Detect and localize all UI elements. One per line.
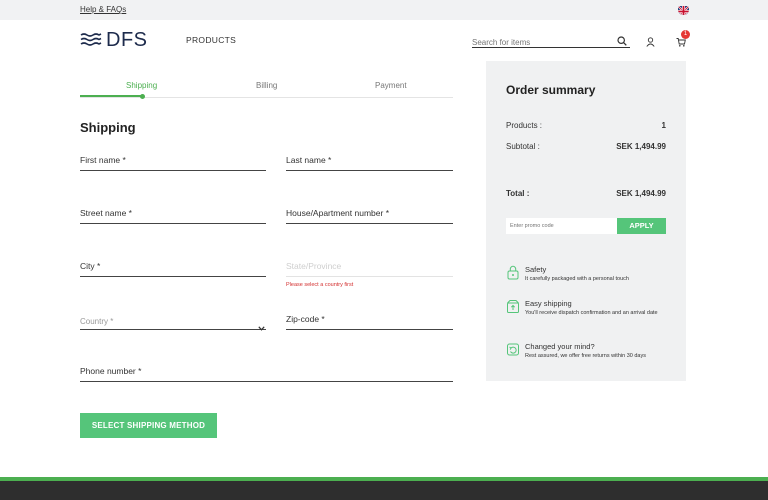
house-number-field[interactable]: House/Apartment number * (286, 206, 453, 224)
top-bar: Help & FAQs (0, 0, 768, 20)
country-select[interactable]: Country * (80, 312, 266, 331)
products-row: Products : 1 (506, 121, 666, 130)
lock-icon (506, 265, 520, 285)
step-shipping[interactable]: Shipping (126, 81, 157, 90)
last-name-label: Last name * (286, 155, 332, 165)
uk-flag-icon[interactable] (678, 4, 689, 15)
perk-returns-title: Changed your mind? (525, 342, 595, 351)
total-label: Total : (506, 189, 530, 198)
checkout-steps: Shipping Billing Payment (80, 80, 453, 99)
perk-safety-desc: It carefully packaged with a personal to… (525, 276, 629, 282)
total-row: Total : SEK 1,494.99 (506, 189, 666, 198)
subtotal-row: Subtotal : SEK 1,494.99 (506, 142, 666, 151)
perk-returns-desc: Rest assured, we offer free returns with… (525, 353, 646, 359)
user-icon[interactable] (646, 34, 655, 52)
street-name-label: Street name * (80, 208, 132, 218)
box-icon (506, 299, 520, 319)
zip-code-label: Zip-code * (286, 314, 325, 324)
products-value: 1 (661, 121, 666, 130)
help-faqs-link[interactable]: Help & FAQs (80, 5, 126, 14)
return-icon (506, 342, 520, 362)
logo-text: DFS (106, 28, 148, 51)
cart-count-badge: 1 (681, 30, 690, 39)
phone-number-label: Phone number * (80, 366, 142, 376)
promo-code-input[interactable] (510, 221, 610, 231)
footer (0, 481, 768, 500)
search-icon[interactable] (617, 33, 627, 51)
site-header: DFS PRODUCTS 1 (0, 20, 768, 60)
perk-shipping-title: Easy shipping (525, 299, 572, 308)
country-label: Country * (80, 317, 114, 326)
promo-code-box: APPLY (506, 218, 666, 234)
total-value: SEK 1,494.99 (616, 189, 666, 198)
perk-shipping-desc: You'll receive dispatch confirmation and… (525, 310, 658, 316)
apply-button[interactable]: APPLY (617, 218, 666, 234)
perk-safety-title: Safety (525, 265, 547, 274)
state-field: State/Province (286, 259, 453, 277)
search-input[interactable] (472, 35, 612, 50)
state-error-message: Please select a country first (286, 282, 354, 288)
search-bar (472, 32, 630, 51)
first-name-label: First name * (80, 155, 126, 165)
nav-products[interactable]: PRODUCTS (186, 35, 236, 45)
dfs-logo[interactable]: DFS (80, 28, 148, 51)
step-payment[interactable]: Payment (375, 81, 407, 90)
active-step-dot (140, 93, 145, 99)
subtotal-label: Subtotal : (506, 142, 540, 151)
first-name-field[interactable]: First name * (80, 153, 266, 171)
state-label: State/Province (286, 261, 342, 271)
phone-number-field[interactable]: Phone number * (80, 364, 453, 382)
subtotal-value: SEK 1,494.99 (616, 142, 666, 151)
waves-logo-icon (80, 33, 102, 46)
products-label: Products : (506, 121, 543, 130)
step-billing[interactable]: Billing (256, 81, 277, 90)
select-shipping-method-button[interactable]: SELECT SHIPPING METHOD (80, 413, 217, 438)
city-field[interactable]: City * (80, 259, 266, 277)
zip-code-field[interactable]: Zip-code * (286, 312, 453, 330)
form-title: Shipping (80, 120, 136, 135)
chevron-down-icon (258, 318, 265, 336)
city-label: City * (80, 261, 101, 271)
house-number-label: House/Apartment number * (286, 208, 389, 218)
active-step-indicator (80, 95, 142, 97)
order-summary-title: Order summary (506, 83, 596, 97)
last-name-field[interactable]: Last name * (286, 153, 453, 171)
street-name-field[interactable]: Street name * (80, 206, 266, 224)
